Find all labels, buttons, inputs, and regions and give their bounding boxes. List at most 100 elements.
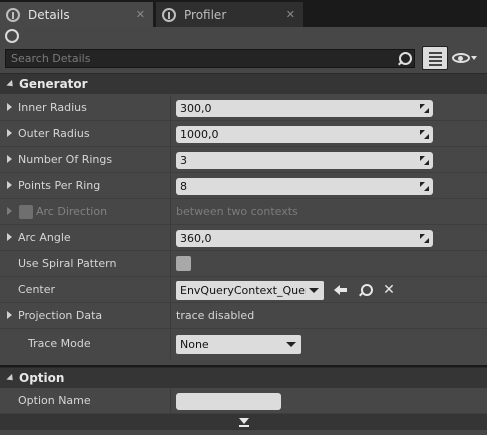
search-box bbox=[5, 49, 415, 68]
row-arc-angle: Arc Angle 360,0 bbox=[0, 225, 487, 251]
scroll-down-arrow-icon bbox=[239, 418, 249, 424]
arc-angle-field[interactable]: 360,0 bbox=[176, 230, 433, 247]
chevron-down-icon bbox=[471, 56, 477, 60]
tab-details[interactable]: Details ✕ bbox=[0, 2, 153, 27]
expand-arrow-icon[interactable] bbox=[7, 103, 12, 111]
view-options-button[interactable] bbox=[452, 51, 477, 67]
property-label: Use Spiral Pattern bbox=[18, 257, 117, 270]
expand-arrow-icon[interactable] bbox=[7, 207, 12, 215]
tab-details-label: Details bbox=[28, 7, 70, 22]
category-generator-title: Generator bbox=[19, 77, 88, 91]
chevron-down-icon bbox=[286, 342, 296, 347]
row-projection-data: Projection Data trace disabled bbox=[0, 303, 487, 329]
outer-radius-field[interactable]: 1000,0 bbox=[176, 126, 433, 143]
row-option-name: Option Name bbox=[0, 388, 487, 414]
property-matrix-button[interactable] bbox=[422, 46, 448, 70]
property-label: Outer Radius bbox=[18, 127, 90, 140]
option-name-field[interactable] bbox=[176, 393, 281, 410]
details-panel: Generator Inner Radius 300,0 Outer Radiu… bbox=[0, 27, 487, 435]
column-splitter[interactable] bbox=[170, 147, 171, 173]
search-icon[interactable] bbox=[396, 50, 414, 67]
points-per-ring-value: 8 bbox=[180, 180, 187, 193]
row-points-per-ring: Points Per Ring 8 bbox=[0, 173, 487, 199]
column-splitter[interactable] bbox=[170, 225, 171, 251]
column-splitter[interactable] bbox=[170, 95, 171, 121]
expand-arrow-icon[interactable] bbox=[7, 311, 12, 319]
trace-mode-dropdown[interactable]: None bbox=[176, 335, 301, 354]
grid-line-icon bbox=[429, 52, 442, 54]
grid-line-icon bbox=[429, 56, 442, 58]
property-label: Center bbox=[18, 283, 56, 296]
property-label: Inner Radius bbox=[18, 101, 87, 114]
column-splitter[interactable] bbox=[170, 199, 171, 225]
column-splitter[interactable] bbox=[170, 173, 171, 199]
expand-arrow-icon[interactable] bbox=[7, 181, 12, 189]
column-splitter[interactable] bbox=[170, 303, 171, 329]
tab-bar: Details ✕ Profiler ✕ bbox=[0, 0, 487, 27]
clear-close-icon[interactable]: ✕ bbox=[382, 283, 396, 297]
scroll-more-bar[interactable] bbox=[0, 414, 487, 430]
inner-radius-value: 300,0 bbox=[180, 102, 212, 115]
tab-profiler-label: Profiler bbox=[184, 7, 227, 22]
outer-radius-value: 1000,0 bbox=[180, 128, 219, 141]
collapse-arrow-icon bbox=[6, 373, 16, 383]
row-arc-direction: Arc Direction between two contexts bbox=[0, 199, 487, 225]
chevron-down-icon bbox=[309, 288, 319, 293]
property-label: Arc Direction bbox=[36, 205, 108, 218]
details-icon bbox=[6, 7, 20, 22]
search-input[interactable] bbox=[6, 50, 396, 67]
arc-direction-checkbox[interactable] bbox=[19, 205, 33, 219]
row-center: Center EnvQueryContext_Querier ✕ bbox=[0, 277, 487, 303]
scroll-down-line-icon bbox=[239, 425, 249, 427]
column-splitter[interactable] bbox=[170, 251, 171, 277]
row-trace-mode: Trace Mode None bbox=[0, 329, 487, 359]
inner-radius-field[interactable]: 300,0 bbox=[176, 100, 433, 117]
trace-mode-value: None bbox=[180, 338, 209, 351]
row-number-of-rings: Number Of Rings 3 bbox=[0, 147, 487, 173]
property-label: Trace Mode bbox=[28, 337, 91, 350]
arc-angle-value: 360,0 bbox=[180, 232, 212, 245]
category-generator[interactable]: Generator bbox=[0, 73, 487, 94]
property-label: Arc Angle bbox=[18, 231, 71, 244]
row-outer-radius: Outer Radius 1000,0 bbox=[0, 121, 487, 147]
property-label: Points Per Ring bbox=[18, 179, 101, 192]
number-of-rings-value: 3 bbox=[180, 154, 187, 167]
tab-profiler-close-icon[interactable]: ✕ bbox=[286, 8, 295, 21]
expand-arrow-icon[interactable] bbox=[7, 129, 12, 137]
grid-line-icon bbox=[429, 64, 442, 66]
category-option[interactable]: Option bbox=[0, 367, 487, 388]
expand-arrow-icon[interactable] bbox=[7, 233, 12, 241]
grid-line-icon bbox=[429, 60, 442, 62]
column-splitter[interactable] bbox=[170, 388, 171, 414]
selection-lock-icon[interactable] bbox=[5, 29, 19, 43]
resize-grip-icon[interactable] bbox=[420, 234, 429, 243]
property-label: Option Name bbox=[18, 394, 91, 407]
arc-direction-value: between two contexts bbox=[176, 205, 298, 218]
expand-arrow-icon[interactable] bbox=[7, 155, 12, 163]
profiler-icon bbox=[162, 7, 176, 22]
column-splitter[interactable] bbox=[170, 277, 171, 303]
number-of-rings-field[interactable]: 3 bbox=[176, 152, 433, 169]
column-splitter[interactable] bbox=[170, 329, 171, 359]
row-use-spiral-pattern: Use Spiral Pattern bbox=[0, 251, 487, 277]
property-label: Number Of Rings bbox=[18, 153, 113, 166]
category-option-title: Option bbox=[19, 371, 65, 385]
resize-grip-icon[interactable] bbox=[420, 182, 429, 191]
resize-grip-icon[interactable] bbox=[420, 156, 429, 165]
use-selected-arrow-icon[interactable] bbox=[334, 283, 348, 297]
resize-grip-icon[interactable] bbox=[420, 130, 429, 139]
row-inner-radius: Inner Radius 300,0 bbox=[0, 95, 487, 121]
property-label: Projection Data bbox=[18, 309, 103, 322]
browse-search-icon[interactable] bbox=[358, 283, 373, 297]
center-context-dropdown[interactable]: EnvQueryContext_Querier bbox=[176, 281, 324, 300]
tab-details-close-icon[interactable]: ✕ bbox=[136, 8, 145, 21]
center-context-value: EnvQueryContext_Querier bbox=[180, 284, 324, 297]
eye-pupil-icon bbox=[458, 56, 463, 61]
use-spiral-pattern-checkbox[interactable] bbox=[176, 256, 191, 271]
projection-data-value: trace disabled bbox=[176, 309, 255, 322]
resize-grip-icon[interactable] bbox=[420, 104, 429, 113]
collapse-arrow-icon bbox=[6, 79, 16, 89]
points-per-ring-field[interactable]: 8 bbox=[176, 178, 433, 195]
column-splitter[interactable] bbox=[170, 121, 171, 147]
tab-profiler[interactable]: Profiler ✕ bbox=[156, 2, 303, 27]
